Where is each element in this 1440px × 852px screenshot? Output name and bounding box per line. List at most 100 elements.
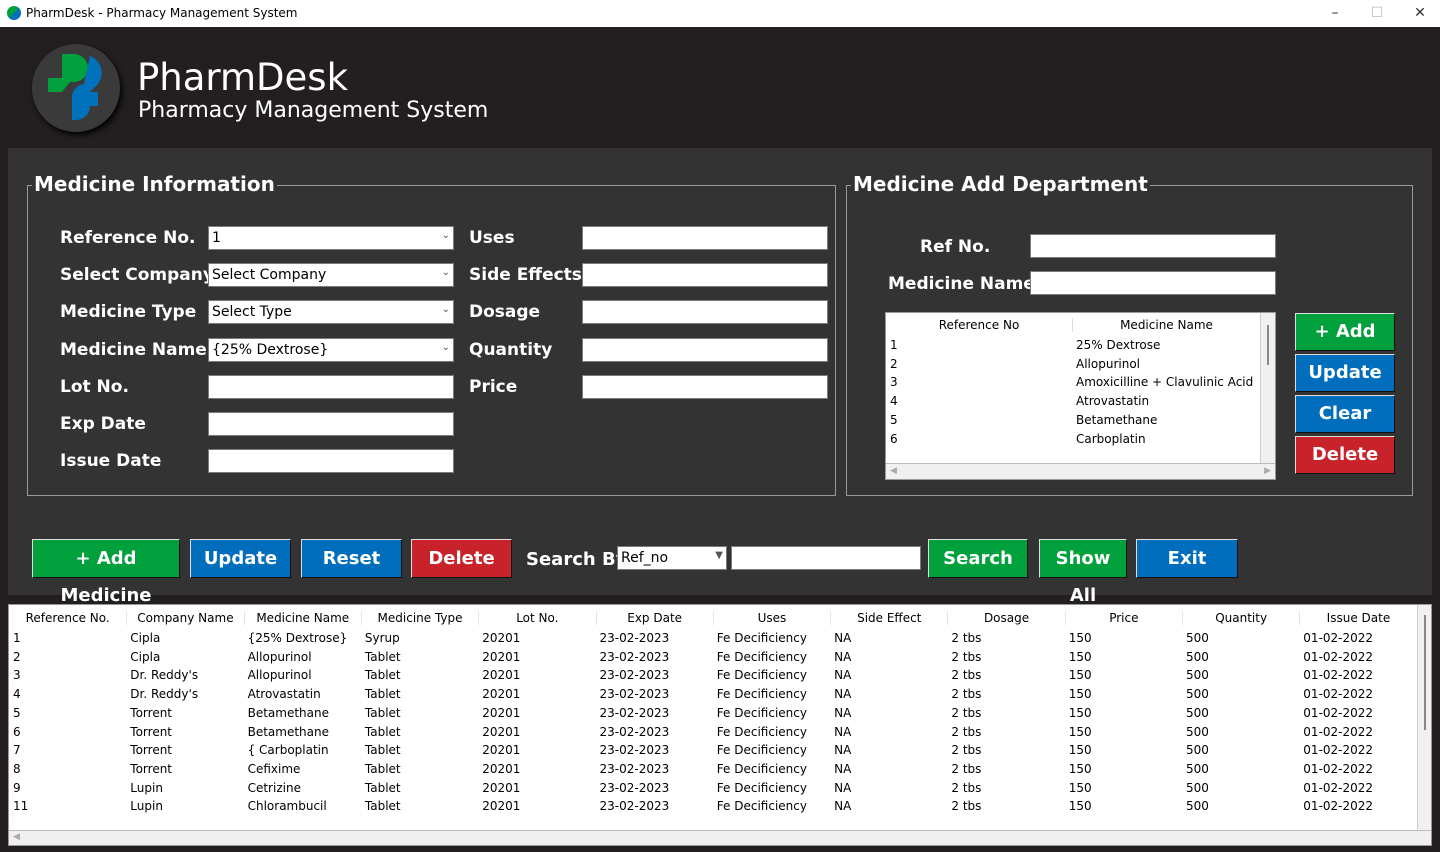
table-cell[interactable]: 23-02-2023 [600, 650, 670, 664]
table-cell[interactable]: 500 [1186, 706, 1209, 720]
table-cell[interactable]: Fe Decificiency [717, 725, 807, 739]
table-cell[interactable]: 23-02-2023 [600, 799, 670, 813]
show-all-button[interactable]: Show All [1039, 539, 1127, 606]
table-cell[interactable]: Tablet [365, 762, 401, 776]
column-header[interactable]: Price [1064, 611, 1182, 625]
list-cell[interactable]: Carboplatin [1076, 432, 1146, 446]
table-cell[interactable]: 20201 [482, 762, 520, 776]
table-cell[interactable]: 3 [13, 668, 21, 682]
table-cell[interactable]: {25% Dextrose} [248, 631, 348, 645]
close-button[interactable]: ✕ [1400, 2, 1440, 24]
table-cell[interactable]: 150 [1069, 725, 1092, 739]
table-cell[interactable]: 2 tbs [951, 743, 981, 757]
field-input[interactable] [582, 226, 828, 250]
table-cell[interactable]: 2 tbs [951, 799, 981, 813]
vertical-scrollbar[interactable] [1260, 313, 1275, 463]
field-select[interactable]: {25% Dextrose} ⌄ [208, 337, 454, 362]
search-by-select[interactable]: Ref_no ▼ [617, 546, 727, 570]
dept-delete-button[interactable]: Delete [1295, 436, 1395, 474]
add-medicine-button[interactable]: + Add Medicine [32, 539, 180, 606]
table-cell[interactable]: NA [834, 668, 851, 682]
field-select[interactable]: 1 ⌄ [208, 226, 454, 250]
table-cell[interactable]: 11 [13, 799, 28, 813]
list-cell[interactable]: Allopurinol [1076, 357, 1140, 371]
table-cell[interactable]: 150 [1069, 687, 1092, 701]
table-cell[interactable]: { Carboplatin [248, 743, 329, 757]
table-cell[interactable]: 500 [1186, 668, 1209, 682]
search-button[interactable]: Search [928, 539, 1028, 578]
table-cell[interactable]: NA [834, 706, 851, 720]
table-cell[interactable]: Tablet [365, 687, 401, 701]
table-cell[interactable]: 01-02-2022 [1303, 725, 1373, 739]
table-cell[interactable]: 20201 [482, 650, 520, 664]
table-cell[interactable]: 2 tbs [951, 762, 981, 776]
table-cell[interactable]: NA [834, 650, 851, 664]
table-cell[interactable]: Dr. Reddy's [130, 687, 198, 701]
table-cell[interactable]: 5 [13, 706, 21, 720]
table-cell[interactable]: Dr. Reddy's [130, 668, 198, 682]
table-cell[interactable]: 500 [1186, 799, 1209, 813]
table-cell[interactable]: Fe Decificiency [717, 687, 807, 701]
table-cell[interactable]: Cipla [130, 650, 160, 664]
table-cell[interactable]: 2 tbs [951, 668, 981, 682]
department-list[interactable]: Reference No Medicine Name 1 25% Dextrose 2 A… [885, 312, 1276, 480]
table-cell[interactable]: NA [834, 631, 851, 645]
table-cell[interactable]: Tablet [365, 799, 401, 813]
table-cell[interactable]: 500 [1186, 725, 1209, 739]
column-header[interactable]: Issue Date [1299, 611, 1416, 625]
column-header[interactable]: Side Effect [830, 611, 947, 625]
table-cell[interactable]: Cetrizine [248, 781, 301, 795]
table-cell[interactable]: 01-02-2022 [1303, 650, 1373, 664]
scroll-left-icon[interactable]: ◀ [13, 832, 20, 842]
table-cell[interactable]: Tablet [365, 781, 401, 795]
table-cell[interactable]: 23-02-2023 [600, 781, 670, 795]
table-cell[interactable]: 23-02-2023 [600, 687, 670, 701]
scrollbar-thumb[interactable] [1267, 325, 1269, 365]
table-cell[interactable]: 2 tbs [951, 631, 981, 645]
table-cell[interactable]: 7 [13, 743, 21, 757]
maximize-button[interactable]: ☐ [1357, 2, 1397, 24]
ref-no-input[interactable] [1030, 234, 1276, 258]
table-cell[interactable]: NA [834, 781, 851, 795]
field-input[interactable] [582, 337, 828, 362]
table-cell[interactable]: 01-02-2022 [1303, 631, 1373, 645]
table-cell[interactable]: 23-02-2023 [600, 668, 670, 682]
table-cell[interactable]: 150 [1069, 799, 1092, 813]
table-cell[interactable]: Tablet [365, 706, 401, 720]
table-cell[interactable]: 1 [13, 631, 21, 645]
table-cell[interactable]: Allopurinol [248, 668, 312, 682]
table-cell[interactable]: Torrent [130, 743, 172, 757]
table-cell[interactable]: Atrovastatin [248, 687, 321, 701]
scrollbar-thumb[interactable] [1424, 615, 1426, 730]
list-cell[interactable]: 4 [890, 394, 898, 408]
horizontal-scrollbar[interactable]: ◀ [9, 830, 1431, 845]
table-cell[interactable]: 23-02-2023 [600, 762, 670, 776]
table-cell[interactable]: 2 tbs [951, 706, 981, 720]
column-header[interactable]: Reference No [886, 318, 1072, 332]
table-cell[interactable]: 20201 [482, 743, 520, 757]
table-cell[interactable]: Fe Decificiency [717, 743, 807, 757]
table-cell[interactable]: 150 [1069, 668, 1092, 682]
table-cell[interactable]: Torrent [130, 762, 172, 776]
table-cell[interactable]: Allopurinol [248, 650, 312, 664]
table-cell[interactable]: Torrent [130, 725, 172, 739]
table-cell[interactable]: 2 [13, 650, 21, 664]
column-header[interactable]: Lot No. [478, 611, 595, 625]
table-cell[interactable]: 01-02-2022 [1303, 762, 1373, 776]
column-header[interactable]: Dosage [947, 611, 1064, 625]
table-cell[interactable]: Tablet [365, 725, 401, 739]
list-cell[interactable]: 3 [890, 375, 898, 389]
column-header[interactable]: Medicine Type [360, 611, 478, 625]
search-input[interactable] [731, 546, 921, 570]
delete-button[interactable]: Delete [411, 539, 512, 578]
vertical-scrollbar[interactable] [1417, 605, 1431, 830]
dept-add-button[interactable]: + Add [1295, 313, 1395, 351]
table-cell[interactable]: Betamethane [248, 706, 329, 720]
table-cell[interactable]: 20201 [482, 781, 520, 795]
list-cell[interactable]: 25% Dextrose [1076, 338, 1160, 352]
table-cell[interactable]: Torrent [130, 706, 172, 720]
table-cell[interactable]: 2 tbs [951, 650, 981, 664]
table-cell[interactable]: 6 [13, 725, 21, 739]
table-cell[interactable]: 20201 [482, 687, 520, 701]
list-cell[interactable]: 2 [890, 357, 898, 371]
